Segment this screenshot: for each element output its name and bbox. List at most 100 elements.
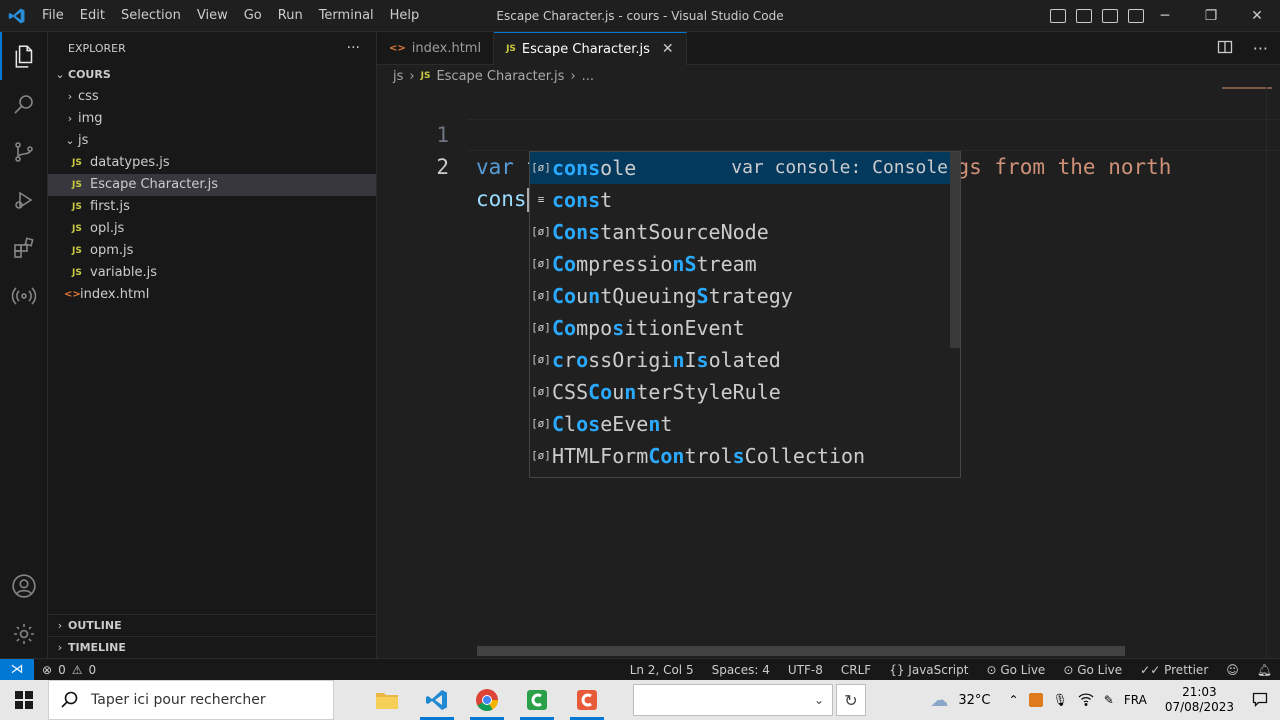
run-debug-icon[interactable]	[0, 176, 48, 224]
prettier-button[interactable]: ✓✓ Prettier	[1140, 663, 1208, 677]
suggestion-item[interactable]: [ø] CompositionEvent	[530, 312, 960, 344]
explorer-icon[interactable]	[0, 32, 48, 80]
file-variable-js[interactable]: JS variable.js	[48, 262, 376, 284]
toggle-primary-sidebar-icon[interactable]	[1050, 9, 1066, 23]
indentation[interactable]: Spaces: 4	[712, 663, 770, 677]
microphone-icon[interactable]: 🎙︎	[1053, 693, 1068, 707]
suggestion-match: S	[696, 284, 709, 308]
suggestion-item[interactable]: [ø] console var console: Console	[530, 152, 960, 184]
network-wifi-icon[interactable]	[1078, 692, 1094, 709]
close-window-button[interactable]: ✕	[1234, 0, 1280, 32]
menu-file[interactable]: File	[34, 0, 72, 32]
horizontal-scrollbar[interactable]	[477, 646, 1125, 656]
taskbar-search[interactable]: Taper ici pour rechercher	[48, 680, 334, 720]
vertical-scrollbar[interactable]	[1266, 87, 1280, 658]
more-actions-icon[interactable]: ···	[1253, 39, 1268, 58]
file-escape-character-js[interactable]: JS Escape Character.js	[48, 174, 376, 196]
refresh-icon[interactable]: ↻	[836, 684, 866, 716]
menu-help[interactable]: Help	[382, 0, 428, 32]
suggestion-item[interactable]: [ø] CompressionStream	[530, 248, 960, 280]
breadcrumb: js › JS Escape Character.js › ...	[377, 65, 1280, 87]
menu-view[interactable]: View	[189, 0, 236, 32]
source-control-icon[interactable]	[0, 128, 48, 176]
more-actions-button[interactable]: ···	[347, 40, 360, 56]
suggestion-item[interactable]: [ø] CloseEvent	[530, 408, 960, 440]
file-opm-js[interactable]: JS opm.js	[48, 240, 376, 262]
chrome-icon[interactable]	[462, 680, 512, 720]
minimap[interactable]	[1222, 87, 1272, 89]
split-editor-icon[interactable]	[1217, 39, 1233, 59]
close-tab-icon[interactable]: ✕	[662, 41, 674, 57]
file-index-html[interactable]: <> index.html	[48, 284, 376, 306]
menu-edit[interactable]: Edit	[72, 0, 113, 32]
toggle-panel-icon[interactable]	[1076, 9, 1092, 23]
menu-terminal[interactable]: Terminal	[311, 0, 382, 32]
menu-run[interactable]: Run	[270, 0, 311, 32]
file-opl-js[interactable]: JS opl.js	[48, 218, 376, 240]
menu-go[interactable]: Go	[236, 0, 270, 32]
js-file-icon: JS	[72, 202, 82, 212]
status-bar: ⋊ ⊗ 0 ⚠ 0 Ln 2, Col 5 Spaces: 4 UTF-8 CR…	[0, 658, 1280, 681]
maximize-button[interactable]: ❐	[1188, 0, 1234, 32]
code-line[interactable]: 1 var text = "We are the so-called Vikin…	[377, 87, 1280, 179]
language-mode[interactable]: {} JavaScript	[889, 663, 968, 677]
search-icon	[61, 691, 78, 708]
code-editor[interactable]: 1 var text = "We are the so-called Vikin…	[377, 87, 1280, 212]
tab-escape-character-js[interactable]: JS Escape Character.js ✕	[494, 32, 687, 65]
remote-indicator-icon[interactable]: ⋊	[0, 658, 34, 681]
pen-icon[interactable]: ✎	[1104, 693, 1114, 707]
breadcrumb-file[interactable]: Escape Character.js	[436, 69, 564, 84]
chevron-down-icon: ⌄	[813, 693, 824, 707]
code-line[interactable]: 2 cons	[377, 119, 1280, 212]
suggestion-item[interactable]: [ø] CountQueuingStrategy	[530, 280, 960, 312]
outline-section[interactable]: › OUTLINE	[48, 614, 376, 636]
account-icon[interactable]	[0, 562, 48, 610]
vscode-taskbar-icon[interactable]	[412, 680, 462, 720]
folder-css[interactable]: › css	[48, 86, 376, 108]
windows-start-icon[interactable]	[0, 680, 48, 720]
suggestion-item[interactable]: [ø] CSSCounterStyleRule	[530, 376, 960, 408]
clock[interactable]: 21:03 07/08/2023	[1165, 685, 1234, 715]
address-toolbar-input[interactable]: ⌄	[633, 684, 833, 716]
file-first-js[interactable]: JS first.js	[48, 196, 376, 218]
end-of-line[interactable]: CRLF	[841, 663, 871, 677]
search-icon[interactable]	[0, 80, 48, 128]
folder-js[interactable]: ⌄ js	[48, 130, 376, 152]
folder-img[interactable]: › img	[48, 108, 376, 130]
go-live-button-2[interactable]: ⊙ Go Live	[1063, 663, 1122, 677]
file-explorer-icon[interactable]	[362, 680, 412, 720]
suggestion-item[interactable]: [ø] crossOriginIsolated	[530, 344, 960, 376]
notification-center-icon[interactable]	[1252, 691, 1268, 710]
show-hidden-icons-icon[interactable]: ⌃	[1009, 693, 1019, 707]
temperature[interactable]: 32°C	[958, 693, 990, 708]
feedback-icon[interactable]: ☺	[1226, 663, 1239, 677]
tab-index-html[interactable]: <> index.html	[377, 32, 495, 65]
suggestion-match: n	[648, 412, 661, 436]
camtasia-green-icon[interactable]	[512, 680, 562, 720]
cursor-position[interactable]: Ln 2, Col 5	[630, 663, 694, 677]
timeline-section[interactable]: › TIMELINE	[48, 636, 376, 658]
chevron-right-icon: ›	[67, 90, 73, 103]
notifications-bell-icon[interactable]: 🔔︎	[1257, 663, 1272, 677]
extensions-icon[interactable]	[0, 224, 48, 272]
suggestion-item[interactable]: [ø] HTMLFormControlsCollection	[530, 440, 960, 472]
breadcrumb-more[interactable]: ...	[582, 69, 594, 84]
suggestion-item[interactable]: [ø] ConstantSourceNode	[530, 216, 960, 248]
input-language[interactable]: FRA	[1124, 693, 1147, 707]
workspace-root[interactable]: ⌄ COURS	[48, 64, 376, 86]
menu-selection[interactable]: Selection	[113, 0, 189, 32]
manage-gear-icon[interactable]	[0, 610, 48, 658]
breadcrumb-folder[interactable]: js	[393, 69, 403, 84]
tray-app-icon[interactable]	[1028, 693, 1043, 707]
weather-cloud-icon[interactable]: ☁	[930, 690, 948, 711]
remote-explorer-icon[interactable]	[0, 272, 48, 320]
camtasia-red-icon[interactable]	[562, 680, 612, 720]
problems-indicator[interactable]: ⊗ 0 ⚠ 0	[34, 663, 96, 677]
suggestions-scrollbar[interactable]	[950, 152, 960, 348]
file-datatypes-js[interactable]: JS datatypes.js	[48, 152, 376, 174]
minimize-button[interactable]: ─	[1142, 0, 1188, 32]
go-live-button[interactable]: ⊙ Go Live	[986, 663, 1045, 677]
encoding[interactable]: UTF-8	[788, 663, 823, 677]
suggestion-item[interactable]: ≡ const	[530, 184, 960, 216]
toggle-secondary-sidebar-icon[interactable]	[1102, 9, 1118, 23]
